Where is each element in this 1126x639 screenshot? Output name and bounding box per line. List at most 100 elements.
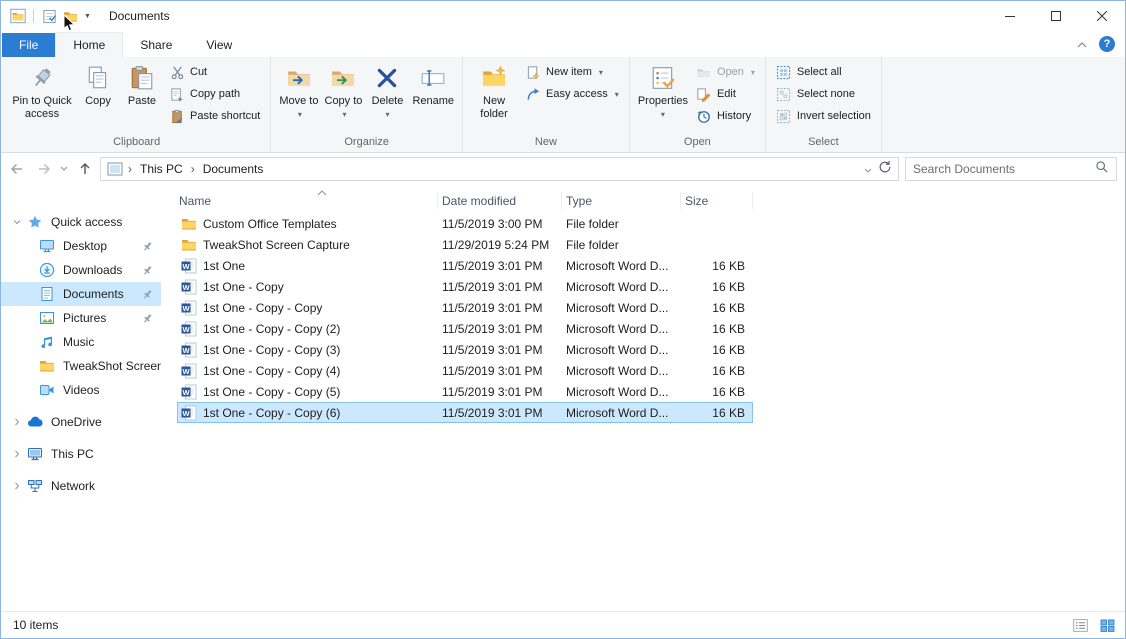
- forward-button[interactable]: [30, 157, 57, 181]
- file-name: 1st One - Copy - Copy (6): [203, 406, 340, 420]
- file-row-1st-one-copy-copy-5[interactable]: W1st One - Copy - Copy (5)11/5/2019 3:01…: [177, 381, 753, 402]
- chevron-down-icon[interactable]: [13, 218, 27, 226]
- sidebar-item-this-pc[interactable]: This PC: [1, 442, 161, 466]
- properties-button[interactable]: Properties▾: [635, 60, 691, 132]
- group-label-open: Open: [630, 135, 765, 152]
- sidebar-item-music[interactable]: Music: [1, 330, 161, 354]
- paste-shortcut-button[interactable]: Paste shortcut: [164, 105, 265, 127]
- sidebar-item-tweakshot-screen-c[interactable]: TweakShot Screen C: [1, 354, 161, 378]
- file-row-1st-one-copy-copy-4[interactable]: W1st One - Copy - Copy (4)11/5/2019 3:01…: [177, 360, 753, 381]
- breadcrumb-this-pc[interactable]: This PC: [133, 158, 190, 180]
- history-button[interactable]: History: [691, 105, 760, 127]
- file-row-1st-one-copy[interactable]: W1st One - Copy11/5/2019 3:01 PMMicrosof…: [177, 276, 753, 297]
- button-label: Move to: [279, 95, 318, 108]
- address-bar[interactable]: › This PC › Documents: [100, 157, 899, 181]
- group-label-clipboard: Clipboard: [3, 135, 270, 152]
- chevron-right-icon[interactable]: [13, 418, 27, 426]
- pictures-icon: [39, 310, 56, 326]
- cut-button[interactable]: Cut: [164, 61, 265, 83]
- refresh-icon[interactable]: [878, 160, 892, 177]
- column-header-type[interactable]: Type: [562, 192, 681, 209]
- rename-button[interactable]: Rename: [409, 60, 457, 132]
- edit-button[interactable]: Edit: [691, 83, 760, 105]
- file-row-1st-one-copy-copy[interactable]: W1st One - Copy - Copy11/5/2019 3:01 PMM…: [177, 297, 753, 318]
- file-size: 16 KB: [681, 322, 753, 336]
- close-button[interactable]: [1079, 1, 1125, 31]
- button-label: Easy access: [546, 88, 608, 100]
- copy-to-button[interactable]: Copy to▾: [321, 60, 365, 132]
- sidebar-item-downloads[interactable]: Downloads: [1, 258, 161, 282]
- tab-view[interactable]: View: [189, 33, 249, 57]
- dropdown-arrow-icon: ▾: [661, 108, 665, 121]
- sidebar-item-documents[interactable]: Documents: [1, 282, 161, 306]
- file-name: 1st One: [203, 259, 245, 273]
- maximize-button[interactable]: [1033, 1, 1079, 31]
- svg-text:W: W: [182, 387, 190, 396]
- up-button[interactable]: [71, 157, 98, 181]
- file-row-1st-one-copy-copy-2[interactable]: W1st One - Copy - Copy (2)11/5/2019 3:01…: [177, 318, 753, 339]
- svg-text:W: W: [182, 345, 190, 354]
- search-icon[interactable]: [1095, 160, 1109, 177]
- pin-to-quick-access-button[interactable]: Pin to Quick access: [8, 60, 76, 132]
- search-box[interactable]: [905, 157, 1117, 181]
- column-header-size[interactable]: Size: [681, 192, 753, 209]
- recent-locations-chevron-icon[interactable]: [57, 157, 71, 181]
- svg-text:W: W: [182, 366, 190, 375]
- file-row-1st-one-copy-copy-3[interactable]: W1st One - Copy - Copy (3)11/5/2019 3:01…: [177, 339, 753, 360]
- file-date-modified: 11/5/2019 3:01 PM: [438, 280, 562, 294]
- minimize-ribbon-icon[interactable]: [1077, 37, 1087, 51]
- paste-button[interactable]: Paste: [120, 60, 164, 132]
- invert-selection-button[interactable]: Invert selection: [771, 105, 876, 127]
- copy-button[interactable]: Copy: [76, 60, 120, 132]
- sidebar-item-label: Network: [51, 479, 161, 493]
- word-file-icon: W: [181, 258, 197, 274]
- qat-properties-button[interactable]: [40, 7, 58, 25]
- file-date-modified: 11/5/2019 3:01 PM: [438, 301, 562, 315]
- sidebar-item-videos[interactable]: Videos: [1, 378, 161, 402]
- tab-share[interactable]: Share: [123, 33, 189, 57]
- sidebar-item-desktop[interactable]: Desktop: [1, 234, 161, 258]
- file-row-1st-one-copy-copy-6[interactable]: W1st One - Copy - Copy (6)11/5/2019 3:01…: [177, 402, 753, 423]
- column-header-date-modified[interactable]: Date modified: [438, 192, 562, 209]
- file-type: Microsoft Word D...: [562, 343, 681, 357]
- file-row-custom-office-templates[interactable]: Custom Office Templates11/5/2019 3:00 PM…: [177, 213, 753, 234]
- breadcrumb-documents[interactable]: Documents: [196, 158, 271, 180]
- help-icon[interactable]: ?: [1099, 36, 1115, 52]
- copy-path-button[interactable]: Copy path: [164, 83, 265, 105]
- address-dropdown-chevron-icon[interactable]: [864, 162, 872, 176]
- tab-home[interactable]: Home: [55, 32, 123, 57]
- file-name: 1st One - Copy - Copy (4): [203, 364, 340, 378]
- select-none-button[interactable]: Select none: [771, 83, 876, 105]
- easy-access-button[interactable]: Easy access▾: [520, 83, 624, 105]
- minimize-button[interactable]: [987, 1, 1033, 31]
- button-label: Properties: [638, 95, 688, 108]
- chevron-right-icon[interactable]: [13, 450, 27, 458]
- sidebar-item-pictures[interactable]: Pictures: [1, 306, 161, 330]
- sidebar-item-label: Quick access: [51, 215, 161, 229]
- tab-file[interactable]: File: [2, 33, 55, 57]
- back-button[interactable]: [3, 157, 30, 181]
- file-row-tweakshot-screen-capture[interactable]: TweakShot Screen Capture11/29/2019 5:24 …: [177, 234, 753, 255]
- move-to-button[interactable]: Move to▾: [276, 60, 321, 132]
- qat-customize-chevron-icon[interactable]: ▼: [82, 13, 93, 20]
- sidebar-item-quick-access[interactable]: Quick access: [1, 210, 161, 234]
- details-view-button[interactable]: [1068, 615, 1092, 635]
- file-name: 1st One - Copy - Copy (5): [203, 385, 340, 399]
- new-folder-button[interactable]: New folder: [468, 60, 520, 132]
- open-button[interactable]: Open▾: [691, 61, 760, 83]
- column-header-name[interactable]: Name: [177, 192, 438, 209]
- button-label: Invert selection: [797, 110, 871, 122]
- move-to-folder-icon: [286, 63, 312, 93]
- file-date-modified: 11/5/2019 3:01 PM: [438, 322, 562, 336]
- new-item-button[interactable]: New item▾: [520, 61, 624, 83]
- sidebar-item-network[interactable]: Network: [1, 474, 161, 498]
- thumbnails-view-button[interactable]: [1095, 615, 1119, 635]
- search-input[interactable]: [913, 162, 1095, 176]
- chevron-right-icon[interactable]: [13, 482, 27, 490]
- sidebar-item-onedrive[interactable]: OneDrive: [1, 410, 161, 434]
- delete-button[interactable]: Delete▾: [365, 60, 409, 132]
- select-all-button[interactable]: Select all: [771, 61, 876, 83]
- file-row-1st-one[interactable]: W1st One11/5/2019 3:01 PMMicrosoft Word …: [177, 255, 753, 276]
- ribbon-group-clipboard: Pin to Quick access Copy Paste Cut: [3, 57, 271, 152]
- edit-pencil-icon: [696, 86, 712, 102]
